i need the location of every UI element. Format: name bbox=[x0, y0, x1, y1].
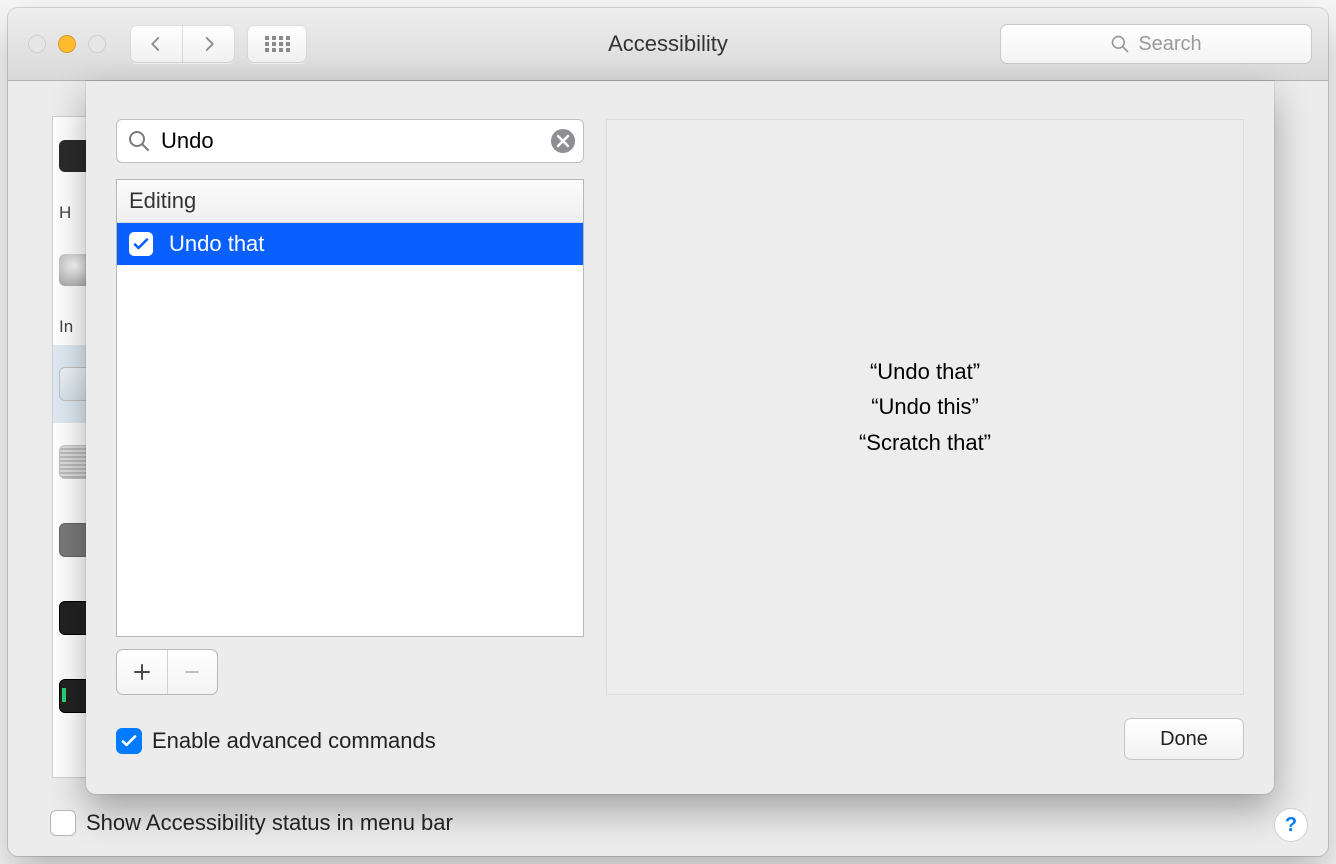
back-button[interactable] bbox=[130, 25, 183, 63]
plus-icon bbox=[133, 663, 151, 681]
checkmark-icon bbox=[120, 732, 138, 750]
titlebar: Accessibility Search bbox=[8, 8, 1328, 81]
zoom-window-button[interactable] bbox=[88, 35, 106, 53]
remove-command-button[interactable] bbox=[167, 650, 218, 694]
sidebar-section-label: H bbox=[59, 203, 71, 223]
preview-line: “Undo that” bbox=[870, 354, 980, 389]
checkmark-icon bbox=[133, 236, 149, 252]
commands-search-field[interactable]: Undo bbox=[116, 119, 584, 163]
clear-search-button[interactable] bbox=[551, 129, 575, 153]
minimize-window-button[interactable] bbox=[58, 35, 76, 53]
help-button[interactable]: ? bbox=[1274, 808, 1308, 842]
show-status-row: Show Accessibility status in menu bar bbox=[50, 810, 453, 836]
nav-back-forward bbox=[130, 25, 235, 63]
commands-search-value: Undo bbox=[161, 128, 541, 154]
add-remove-commands bbox=[116, 649, 218, 695]
chevron-right-icon bbox=[200, 35, 218, 53]
commands-list[interactable]: Editing Undo that bbox=[116, 179, 584, 637]
toolbar-search-field[interactable]: Search bbox=[1000, 24, 1312, 64]
add-command-button[interactable] bbox=[117, 650, 167, 694]
search-icon bbox=[127, 129, 151, 153]
commands-list-header: Editing bbox=[117, 180, 583, 223]
show-all-button[interactable] bbox=[247, 25, 307, 63]
help-icon: ? bbox=[1285, 814, 1297, 837]
sidebar-section-label: In bbox=[59, 317, 73, 337]
accessibility-window: Accessibility Search H In bbox=[8, 8, 1328, 856]
traffic-lights bbox=[28, 35, 106, 53]
enable-advanced-checkbox[interactable] bbox=[116, 728, 142, 754]
minus-icon bbox=[183, 663, 201, 681]
done-button[interactable]: Done bbox=[1124, 718, 1244, 760]
command-preview-pane: “Undo that” “Undo this” “Scratch that” bbox=[606, 119, 1244, 695]
show-status-checkbox[interactable] bbox=[50, 810, 76, 836]
preview-line: “Undo this” bbox=[871, 389, 979, 424]
close-window-button[interactable] bbox=[28, 35, 46, 53]
show-status-label: Show Accessibility status in menu bar bbox=[86, 810, 453, 836]
command-enabled-checkbox[interactable] bbox=[129, 232, 153, 256]
toolbar-search-placeholder: Search bbox=[1138, 33, 1201, 56]
close-icon bbox=[556, 134, 570, 148]
preview-line: “Scratch that” bbox=[859, 425, 991, 460]
command-row[interactable]: Undo that bbox=[117, 223, 583, 265]
grid-icon bbox=[264, 35, 290, 53]
done-button-label: Done bbox=[1160, 728, 1208, 751]
chevron-left-icon bbox=[147, 35, 165, 53]
enable-advanced-label: Enable advanced commands bbox=[152, 728, 436, 754]
search-icon bbox=[1110, 34, 1130, 54]
forward-button[interactable] bbox=[183, 25, 235, 63]
command-row-label: Undo that bbox=[169, 231, 264, 257]
enable-advanced-row: Enable advanced commands bbox=[116, 728, 436, 754]
dictation-commands-sheet: Undo Editing Undo that bbox=[86, 81, 1274, 794]
